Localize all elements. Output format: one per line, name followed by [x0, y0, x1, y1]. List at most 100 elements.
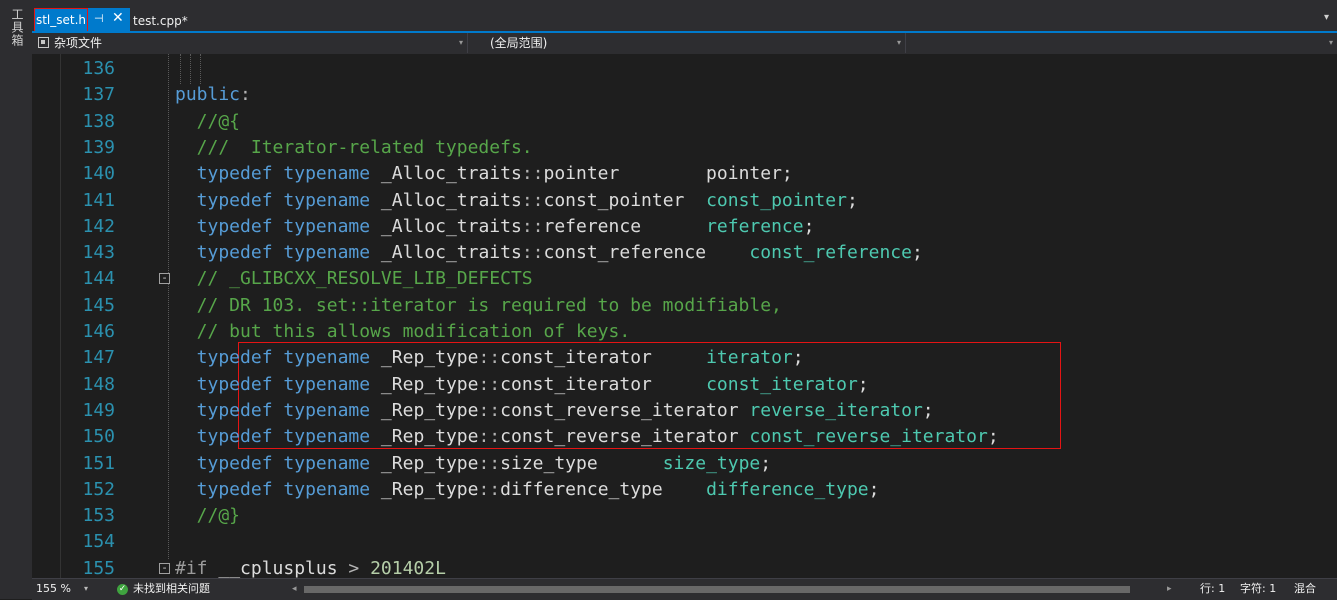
line-number: 147 [82, 347, 115, 369]
tab-bar: stl_set.h ⊣ ✕ test.cpp* ▾ [32, 0, 1337, 33]
code-line[interactable]: 145 // DR 103. set::iterator is required… [32, 293, 1337, 319]
code-token: const_pointer [543, 189, 707, 211]
code-token: ; [846, 189, 858, 211]
code-token: typename [283, 478, 371, 500]
chevron-down-icon[interactable]: ▾ [84, 579, 88, 599]
code-line[interactable]: 154 [32, 529, 1337, 555]
line-number: 152 [82, 478, 115, 500]
tab-test-cpp[interactable]: test.cpp* [133, 10, 188, 32]
code-token: reference [706, 215, 804, 237]
line-number: 139 [82, 136, 115, 158]
code-token: :: [521, 163, 544, 185]
project-dropdown[interactable]: 杂项文件 ▾ [32, 33, 468, 53]
member-dropdown[interactable]: ▾ [908, 33, 1337, 53]
code-token: reverse_iterator [749, 399, 923, 421]
code-line[interactable]: 141 typedef typename _Alloc_traits::cons… [32, 188, 1337, 214]
code-line[interactable]: 155 #if __cplusplus > 201402L [32, 556, 1337, 578]
code-token: typename [283, 373, 371, 395]
code-line[interactable]: 149 typedef typename _Rep_type::const_re… [32, 398, 1337, 424]
code-line[interactable]: 151 typedef typename _Rep_type::size_typ… [32, 451, 1337, 477]
code-text[interactable]: // DR 103. set::iterator is required to … [175, 293, 782, 319]
code-editor[interactable]: - - 136 137 public: 138 //@{139 /// Iterato… [32, 54, 1337, 578]
code-text[interactable]: typedef typename _Alloc_traits::const_po… [175, 188, 858, 214]
code-text[interactable]: typedef typename _Alloc_traits::pointer … [175, 161, 793, 187]
code-token: typedef [175, 215, 273, 237]
code-text[interactable]: typedef typename _Alloc_traits::referenc… [175, 214, 815, 240]
code-token: pointer pointer; [543, 163, 793, 185]
code-text[interactable]: /// Iterator-related typedefs. [175, 135, 533, 161]
code-token: typename [283, 347, 371, 369]
code-line[interactable]: 143 typedef typename _Alloc_traits::cons… [32, 240, 1337, 266]
zoom-level[interactable]: 155 % [36, 579, 71, 599]
code-line[interactable]: 139 /// Iterator-related typedefs. [32, 135, 1337, 161]
code-line[interactable]: 153 //@} [32, 503, 1337, 529]
scroll-left-icon[interactable]: ◂ [292, 579, 297, 599]
horizontal-scrollbar[interactable] [304, 586, 1130, 593]
code-text[interactable]: typedef typename _Rep_type::const_revers… [175, 424, 999, 450]
code-text[interactable]: typedef typename _Rep_type::size_type si… [175, 451, 771, 477]
code-text[interactable]: typedef typename _Rep_type::difference_t… [175, 477, 880, 503]
line-number: 141 [82, 189, 115, 211]
code-token: :: [478, 478, 501, 500]
code-text[interactable]: typedef typename _Rep_type::const_iterat… [175, 372, 869, 398]
navigation-bar: 杂项文件 ▾ (全局范围) ▾ ▾ [32, 33, 1337, 55]
code-token: typedef [175, 399, 273, 421]
pin-icon[interactable]: ⊣ [94, 12, 104, 25]
code-token: #if [175, 557, 208, 578]
toolbox-label[interactable]: 工具箱 [8, 8, 24, 47]
code-token: const_pointer [706, 189, 847, 211]
line-number: 151 [82, 452, 115, 474]
code-line[interactable]: 140 typedef typename _Alloc_traits::poin… [32, 161, 1337, 187]
code-token: 201402L [359, 557, 446, 578]
code-text[interactable]: #if __cplusplus > 201402L [175, 556, 446, 578]
code-line[interactable]: 147 typedef typename _Rep_type::const_it… [32, 345, 1337, 371]
code-line[interactable]: 142 typedef typename _Alloc_traits::refe… [32, 214, 1337, 240]
code-token: :: [478, 347, 501, 369]
code-text[interactable]: typedef typename _Alloc_traits::const_re… [175, 240, 923, 266]
code-text[interactable]: public: [175, 82, 251, 108]
code-token: :: [478, 452, 501, 474]
code-line[interactable]: 146 // but this allows modification of k… [32, 319, 1337, 345]
code-text[interactable]: //@} [175, 503, 240, 529]
toolbox-panel[interactable]: 工具箱 [0, 0, 33, 599]
mode-indicator: 混合 [1294, 582, 1316, 595]
issues-status[interactable]: 未找到相关问题 [133, 579, 210, 599]
code-token: difference_type [500, 478, 707, 500]
line-number: 146 [82, 321, 115, 342]
code-token: ; [868, 478, 880, 500]
code-token: typedef [175, 242, 273, 264]
code-token: _Alloc_traits [370, 189, 522, 211]
code-token: ; [803, 215, 815, 237]
scroll-right-icon[interactable]: ▸ [1167, 579, 1172, 599]
code-line[interactable]: 148 typedef typename _Rep_type::const_it… [32, 372, 1337, 398]
code-text[interactable]: // but this allows modification of keys. [175, 319, 630, 345]
line-number: 142 [82, 215, 115, 237]
code-text[interactable]: typedef typename _Rep_type::const_revers… [175, 398, 934, 424]
tab-label[interactable]: stl_set.h [34, 8, 88, 32]
tab-overflow-icon[interactable]: ▾ [1324, 12, 1329, 23]
code-line[interactable]: 136 [32, 56, 1337, 82]
code-token: _Rep_type [370, 452, 479, 474]
code-token: // but this allows modification of keys. [175, 321, 631, 342]
close-icon[interactable]: ✕ [112, 10, 124, 26]
code-text[interactable]: typedef typename _Rep_type::const_iterat… [175, 345, 804, 371]
code-token: : [240, 84, 251, 106]
code-text[interactable]: //@{ [175, 109, 240, 135]
code-line[interactable]: 137 public: [32, 82, 1337, 108]
code-text[interactable]: // _GLIBCXX_RESOLVE_LIB_DEFECTS [175, 266, 533, 292]
scope-dropdown[interactable]: (全局范围) ▾ [470, 33, 906, 53]
tab-stl-set-h[interactable]: stl_set.h ⊣ ✕ [34, 8, 130, 32]
code-token: typename [283, 215, 371, 237]
code-line[interactable]: 144 // _GLIBCXX_RESOLVE_LIB_DEFECTS [32, 266, 1337, 292]
code-line[interactable]: 138 //@{ [32, 109, 1337, 135]
chevron-down-icon: ▾ [458, 38, 463, 47]
line-number: 140 [82, 163, 115, 185]
code-line[interactable]: 150 typedef typename _Rep_type::const_re… [32, 424, 1337, 450]
code-token: public [175, 84, 241, 106]
code-line[interactable]: 152 typedef typename _Rep_type::differen… [32, 477, 1337, 503]
